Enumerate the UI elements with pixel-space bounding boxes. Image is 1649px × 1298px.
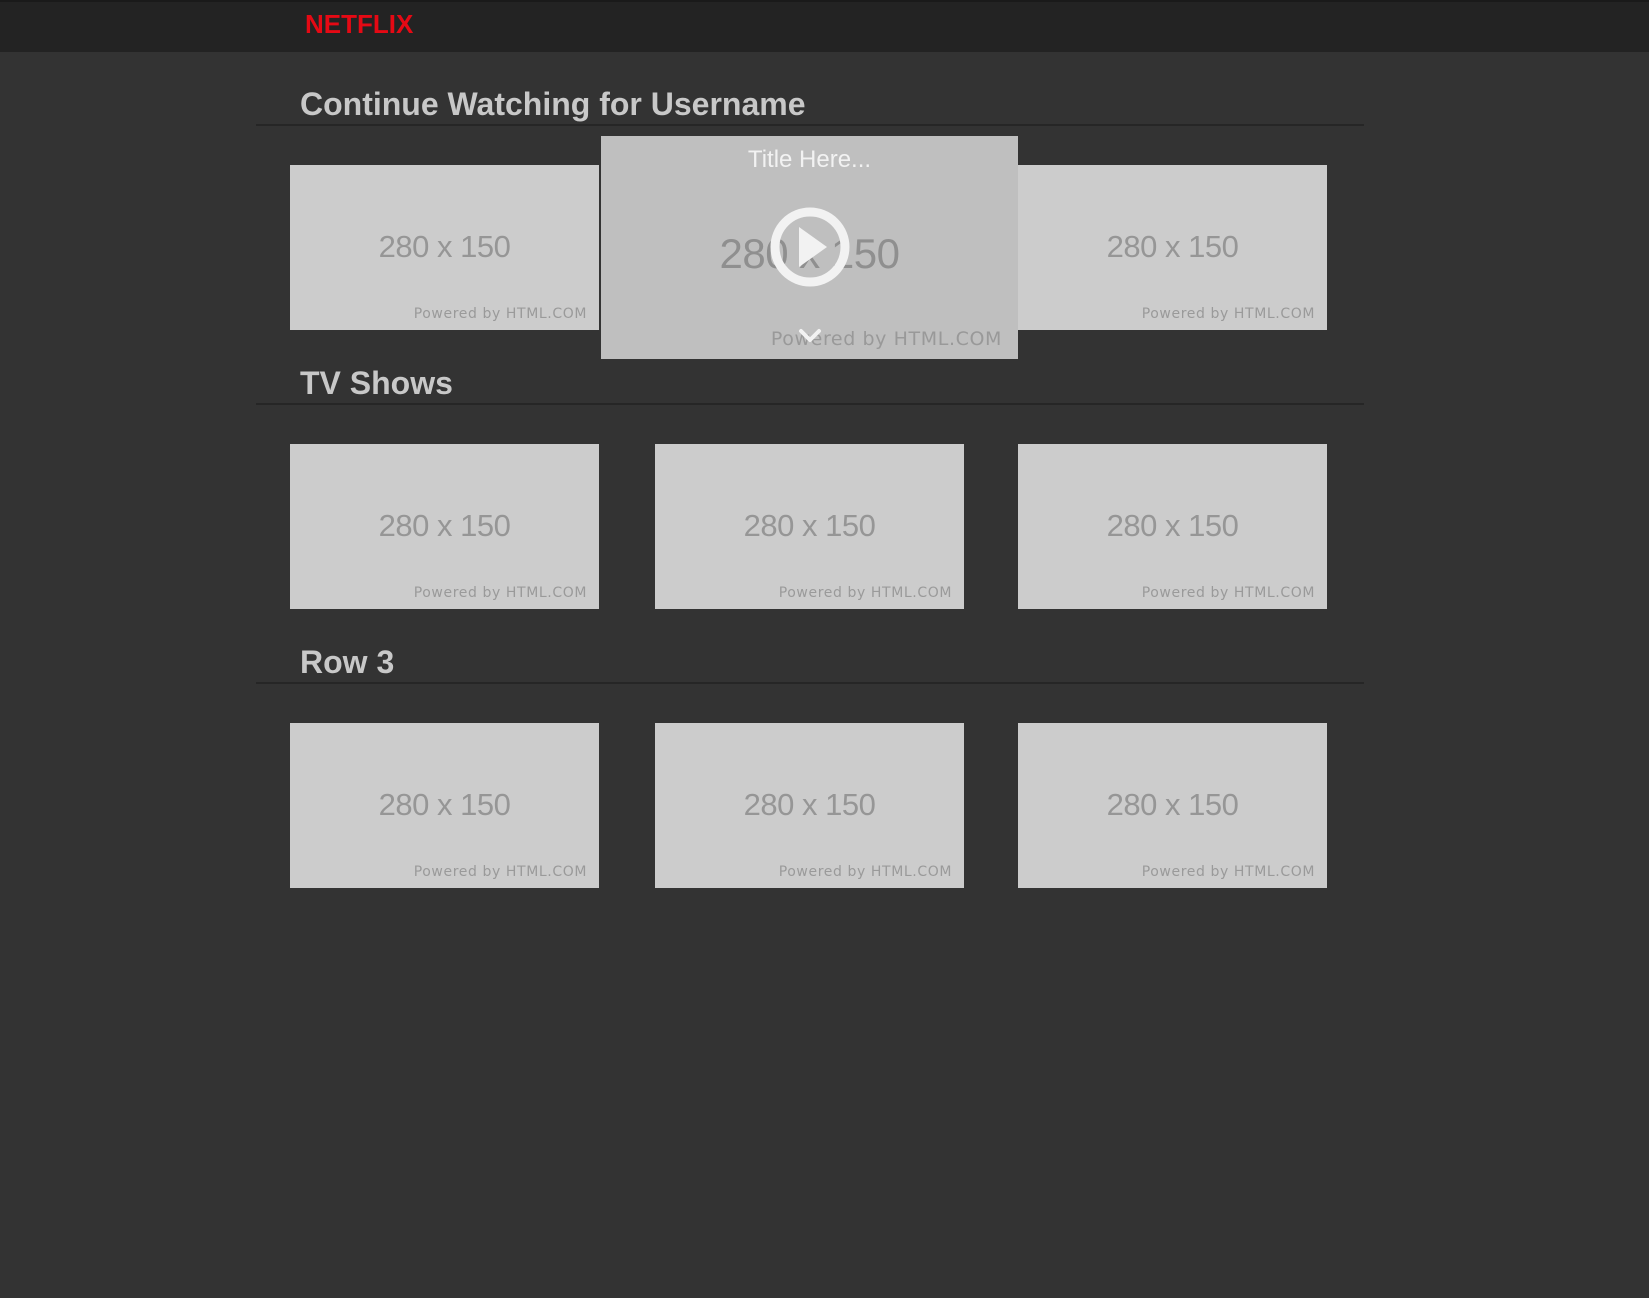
thumbnail-tile[interactable]: 280 x 150 Powered by HTML.COM [1018,723,1327,888]
placeholder-credit: Powered by HTML.COM [413,306,587,322]
placeholder-size-label: 280 x 150 [378,787,511,822]
row-title: TV Shows [300,365,453,401]
play-icon[interactable] [769,206,851,288]
placeholder-credit: Powered by HTML.COM [1141,306,1315,322]
row-3: Row 3 [256,642,1364,702]
placeholder-size-label: 280 x 150 [1106,787,1239,822]
row-divider [256,682,1364,684]
thumbnail-tile[interactable]: 280 x 150 Powered by HTML.COM [655,723,964,888]
thumbnail-tile[interactable]: 280 x 150 Powered by HTML.COM [290,723,599,888]
placeholder-credit: Powered by HTML.COM [413,864,587,880]
placeholder-size-label: 280 x 150 [1106,229,1239,264]
placeholder-size-label: 280 x 150 [378,229,511,264]
top-nav-bar: NETFLIX [0,0,1649,52]
placeholder-size-label: 280 x 150 [378,508,511,543]
placeholder-credit: Powered by HTML.COM [413,585,587,601]
placeholder-credit: Powered by HTML.COM [778,864,952,880]
netflix-logo[interactable]: NETFLIX [305,9,413,39]
placeholder-size-label: 280 x 150 [743,787,876,822]
placeholder-credit: Powered by HTML.COM [778,585,952,601]
tile-title: Title Here... [747,146,872,173]
placeholder-size-label: 280 x 150 [1106,508,1239,543]
thumbnail-tile[interactable]: 280 x 150 Powered by HTML.COM [655,444,964,609]
thumbnail-tile[interactable]: 280 x 150 Powered by HTML.COM [290,444,599,609]
row-divider [256,403,1364,405]
placeholder-credit: Powered by HTML.COM [1141,864,1315,880]
thumbnail-tile-hovered[interactable]: 280 x 150 Powered by HTML.COM Title Here… [601,136,1018,359]
placeholder-size-label: 280 x 150 [743,508,876,543]
thumbnail-tile[interactable]: 280 x 150 Powered by HTML.COM [1018,165,1327,330]
placeholder-credit: Powered by HTML.COM [1141,585,1315,601]
thumbnail-tile[interactable]: 280 x 150 Powered by HTML.COM [290,165,599,330]
chevron-down-icon[interactable] [798,328,822,344]
row-tv-shows: TV Shows [256,363,1364,423]
thumbnail-tile[interactable]: 280 x 150 Powered by HTML.COM [1018,444,1327,609]
row-title: Continue Watching for Username [300,86,806,122]
row-divider [256,124,1364,126]
row-title: Row 3 [300,644,395,680]
